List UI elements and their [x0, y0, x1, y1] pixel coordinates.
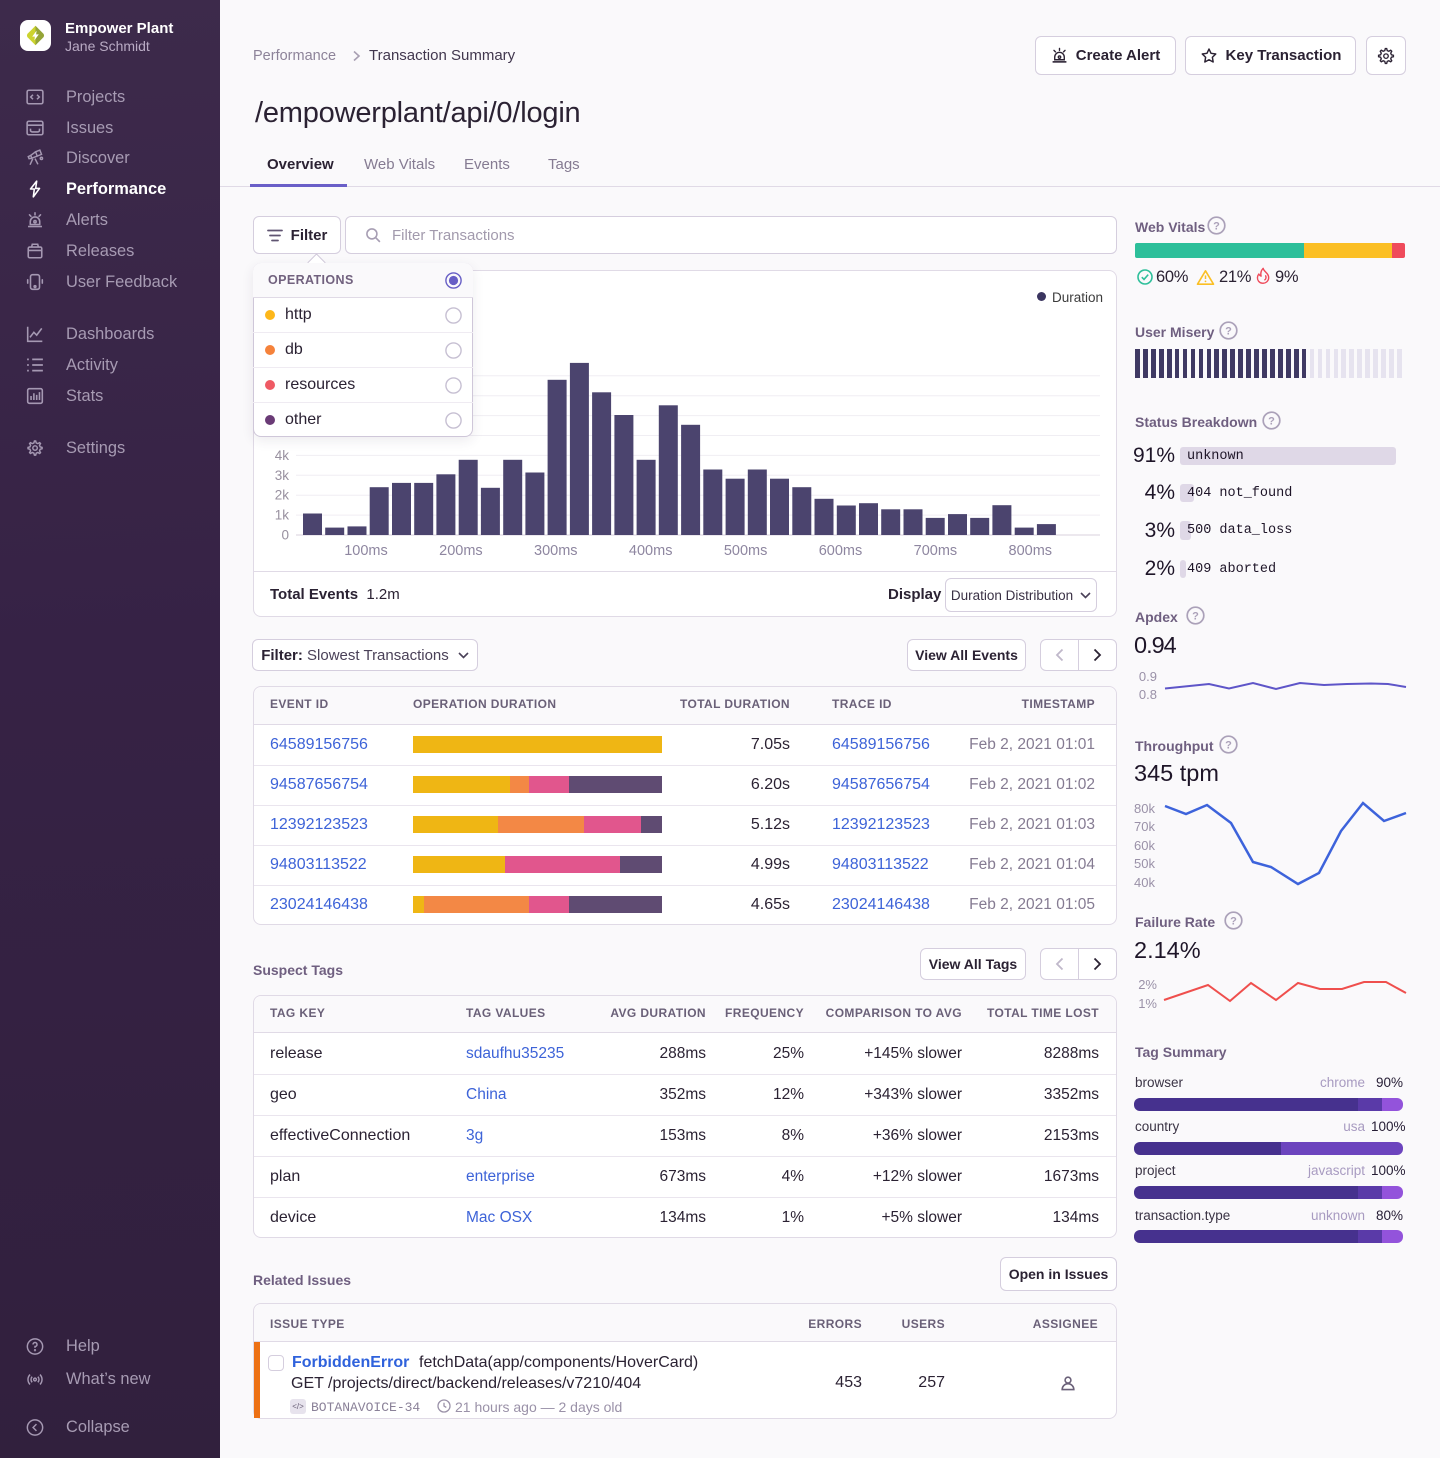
- svg-text:700ms: 700ms: [914, 543, 958, 559]
- svg-text:?: ?: [1268, 416, 1275, 428]
- svg-text:?: ?: [1192, 611, 1199, 623]
- svg-text:500ms: 500ms: [724, 543, 768, 559]
- svg-text:4k: 4k: [275, 448, 290, 463]
- svg-text:?: ?: [1225, 740, 1232, 752]
- svg-text:?: ?: [1213, 221, 1220, 233]
- svg-text:0: 0: [281, 528, 289, 543]
- svg-text:800ms: 800ms: [1009, 543, 1053, 559]
- svg-text:100ms: 100ms: [344, 543, 388, 559]
- svg-text:200ms: 200ms: [439, 543, 483, 559]
- svg-text:?: ?: [1230, 916, 1237, 928]
- svg-text:400ms: 400ms: [629, 543, 673, 559]
- svg-text:600ms: 600ms: [819, 543, 863, 559]
- svg-text:300ms: 300ms: [534, 543, 578, 559]
- svg-text:2k: 2k: [275, 488, 290, 503]
- svg-text:3k: 3k: [275, 468, 290, 483]
- svg-text:1k: 1k: [275, 508, 290, 523]
- svg-text:?: ?: [1225, 326, 1232, 338]
